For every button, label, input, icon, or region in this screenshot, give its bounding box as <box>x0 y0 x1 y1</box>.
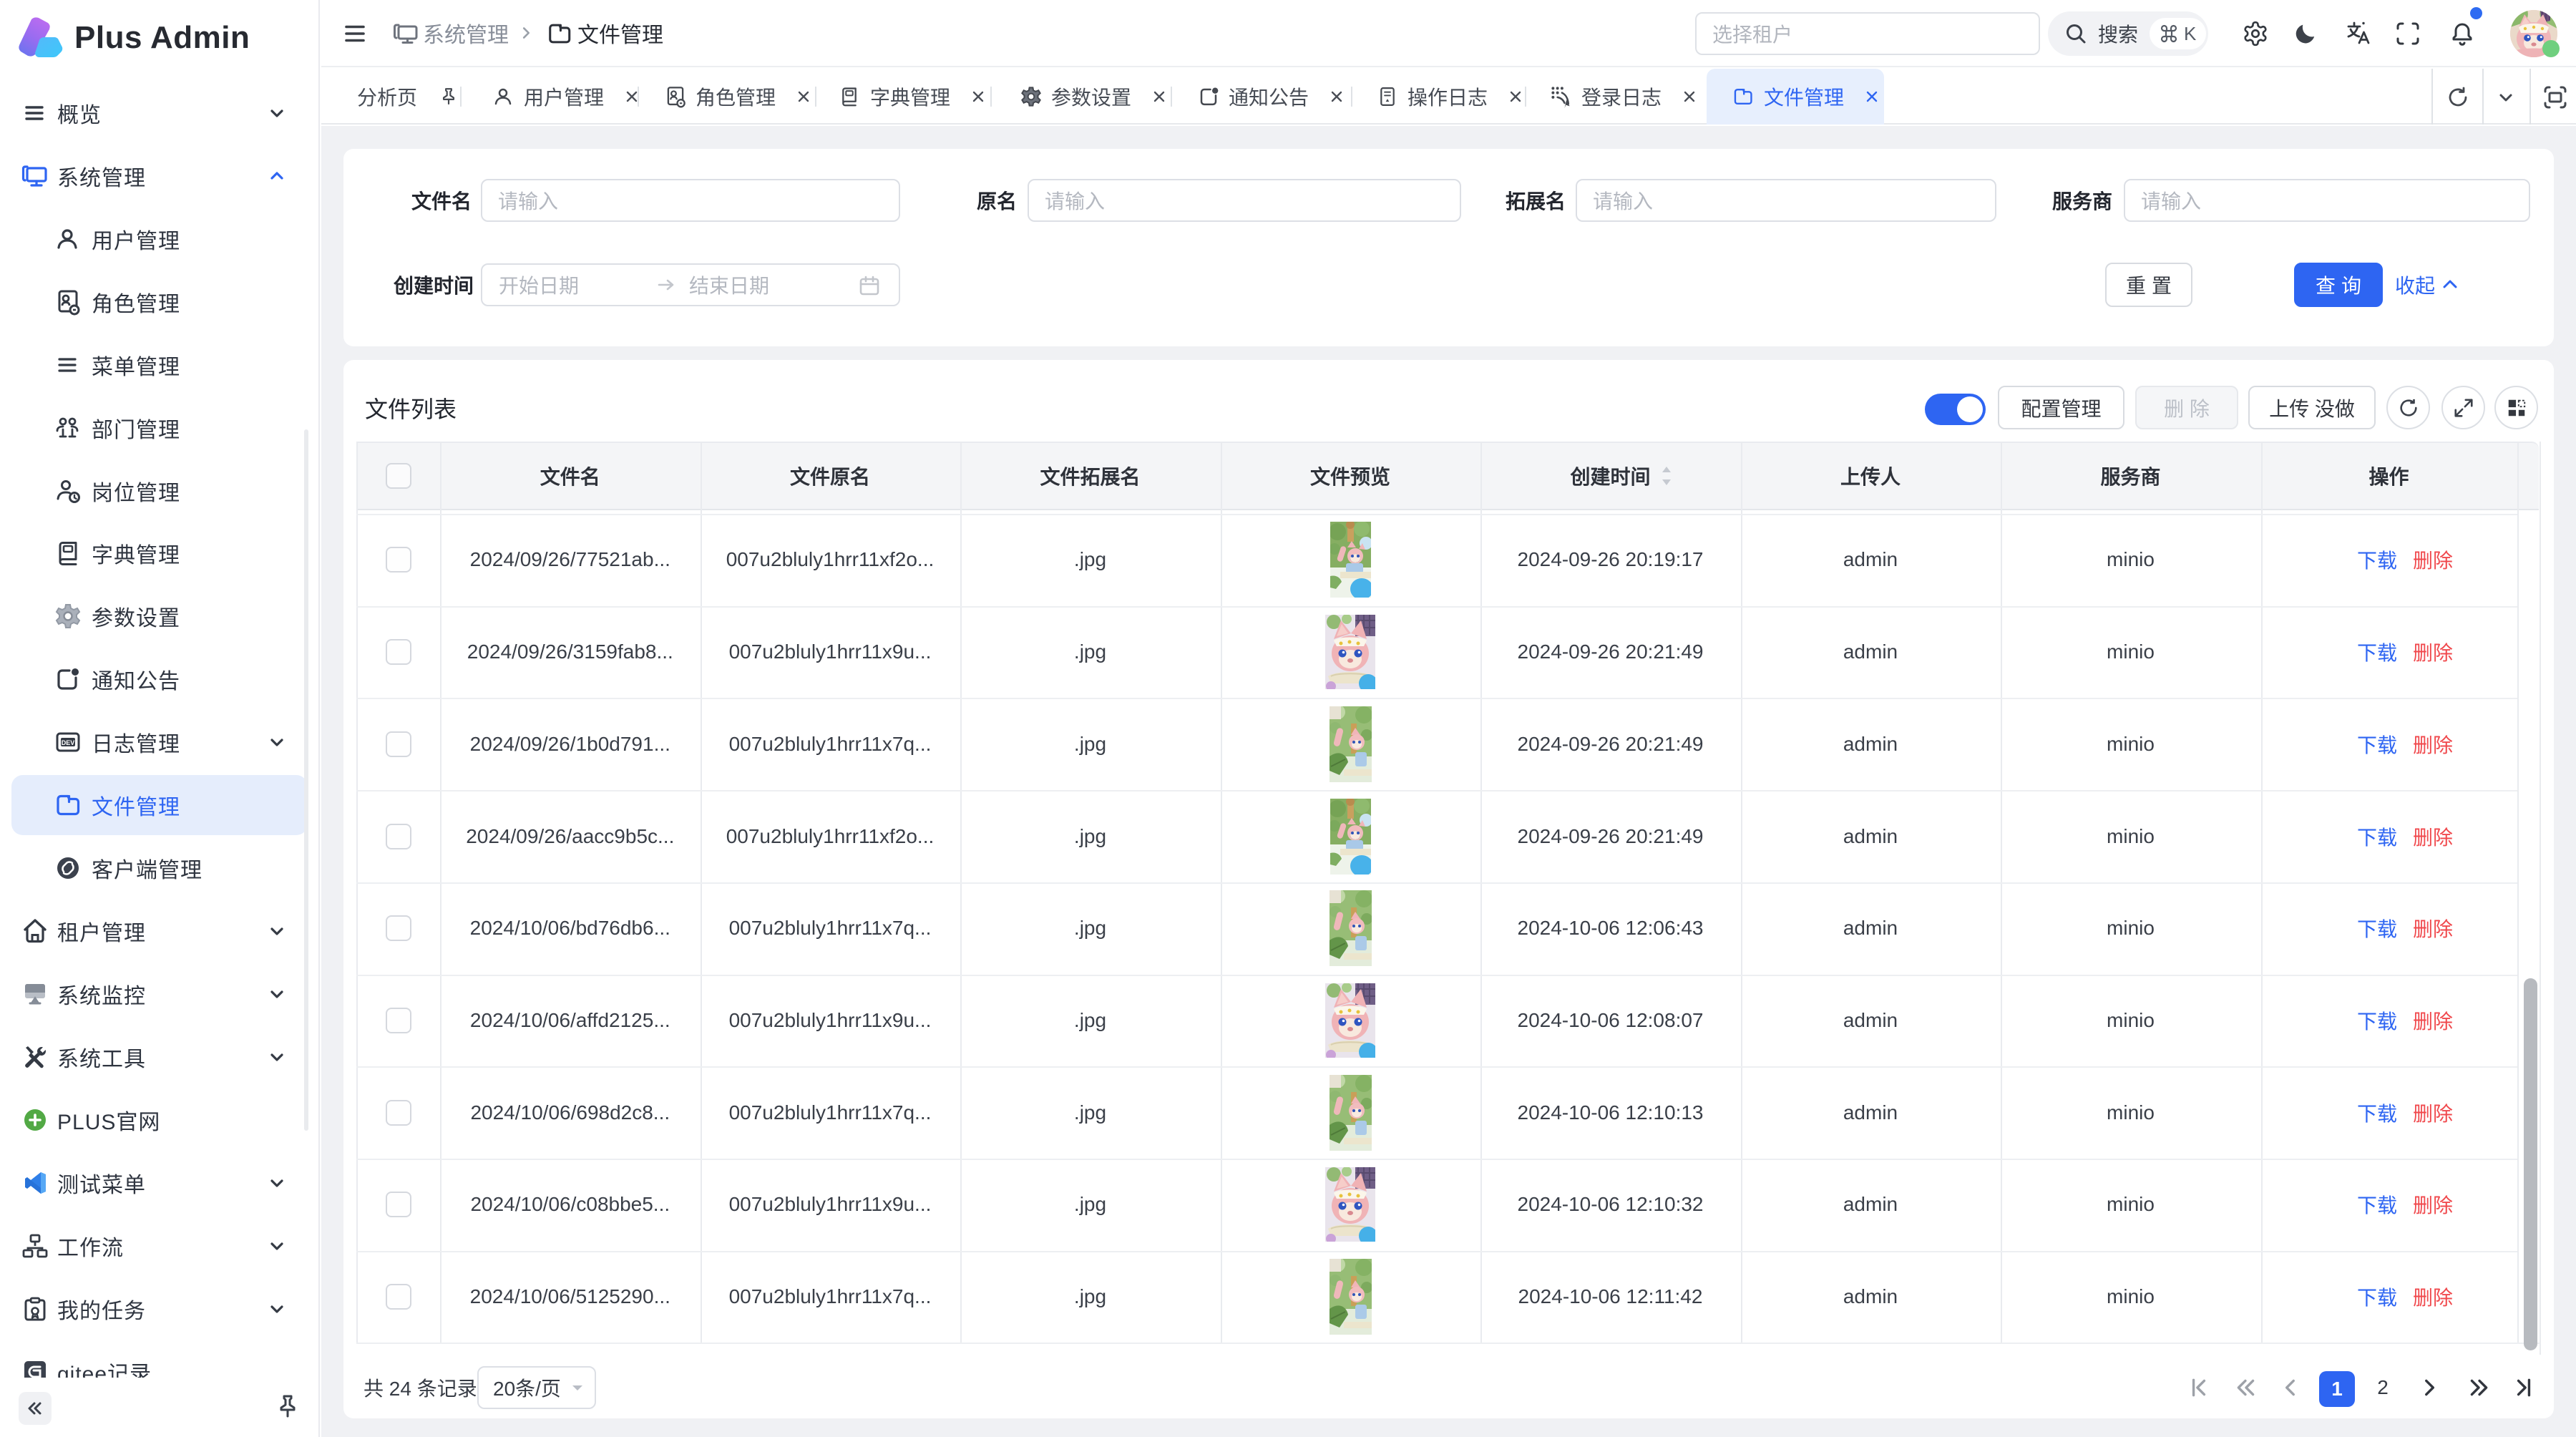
svg-text:DEV: DEV <box>62 739 75 746</box>
